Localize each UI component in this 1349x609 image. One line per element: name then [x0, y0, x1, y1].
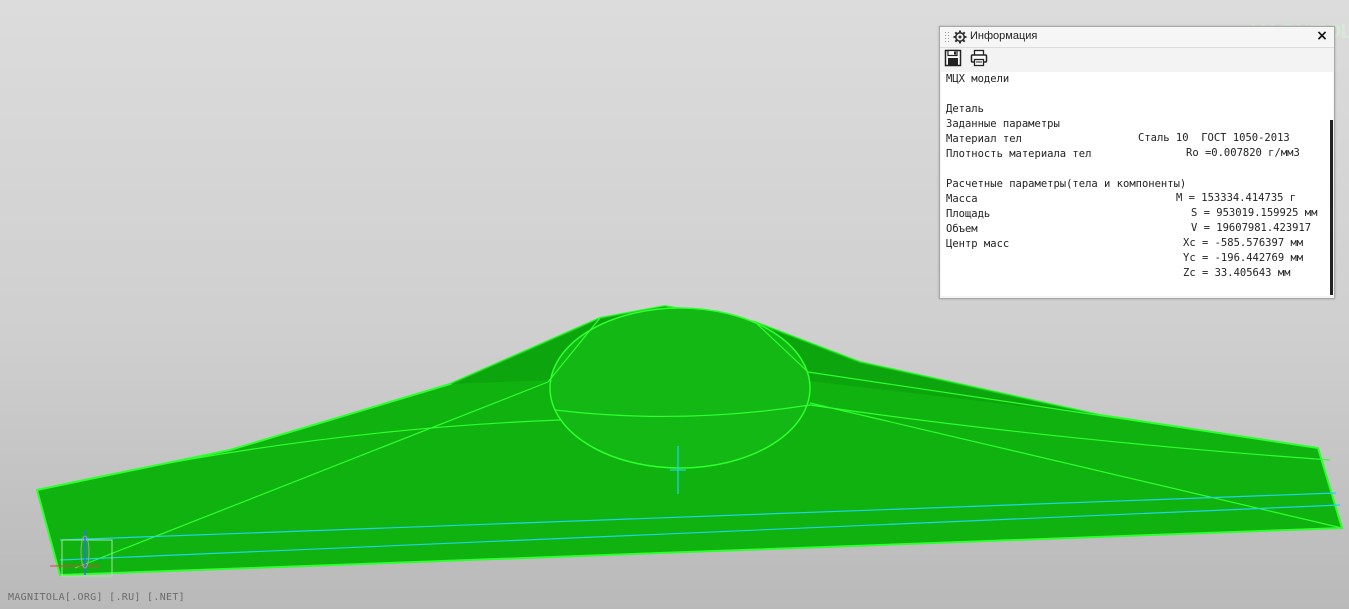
save-icon — [944, 49, 962, 67]
xc-value: Xc = -585.576397 мм — [1183, 237, 1304, 249]
yc-value: Yc = -196.442769 мм — [1183, 252, 1304, 264]
area-value: S = 953019.159925 мм — [1191, 207, 1318, 219]
volume-value: V = 19607981.423917 — [1191, 222, 1312, 234]
panel-header[interactable]: Информация × — [940, 27, 1334, 48]
given-section: Заданные параметры — [946, 118, 1060, 130]
area-label: Площадь — [946, 208, 991, 220]
density-value: Ro =0.007820 г/мм3 — [1186, 147, 1300, 159]
material-value: Сталь 10 ГОСТ 1050-2013 — [1138, 132, 1290, 144]
print-button[interactable] — [970, 49, 990, 69]
mass-label: Масса — [946, 193, 978, 205]
density-label: Плотность материала тел — [946, 148, 1092, 160]
panel-toolbar — [940, 48, 1334, 72]
save-button[interactable] — [944, 49, 964, 69]
gear-icon — [953, 30, 967, 44]
volume-label: Объем — [946, 223, 978, 235]
close-button[interactable]: × — [1314, 28, 1330, 45]
panel-title: Информация — [970, 30, 1038, 42]
report-heading: МЦХ модели — [946, 73, 1010, 85]
center-label: Центр масс — [946, 238, 1010, 250]
object-type: Деталь — [946, 103, 984, 115]
report-content[interactable]: МЦХ модели Деталь Заданные параметры Мат… — [941, 72, 1333, 296]
watermark-text: MAGNITOLA[.ORG] [.RU] [.NET] — [8, 592, 185, 603]
info-panel[interactable]: Информация × МЦХ модели Деталь Заданные … — [939, 26, 1335, 299]
mass-value: M = 153334.414735 г — [1176, 192, 1297, 204]
print-icon — [970, 49, 988, 67]
drag-grip-icon[interactable] — [944, 31, 949, 42]
calc-section: Расчетные параметры(тела и компоненты) — [946, 178, 1187, 190]
zc-value: Zc = 33.405643 мм — [1183, 267, 1291, 279]
material-label: Материал тел — [946, 133, 1022, 145]
scrollbar[interactable] — [1330, 120, 1333, 295]
